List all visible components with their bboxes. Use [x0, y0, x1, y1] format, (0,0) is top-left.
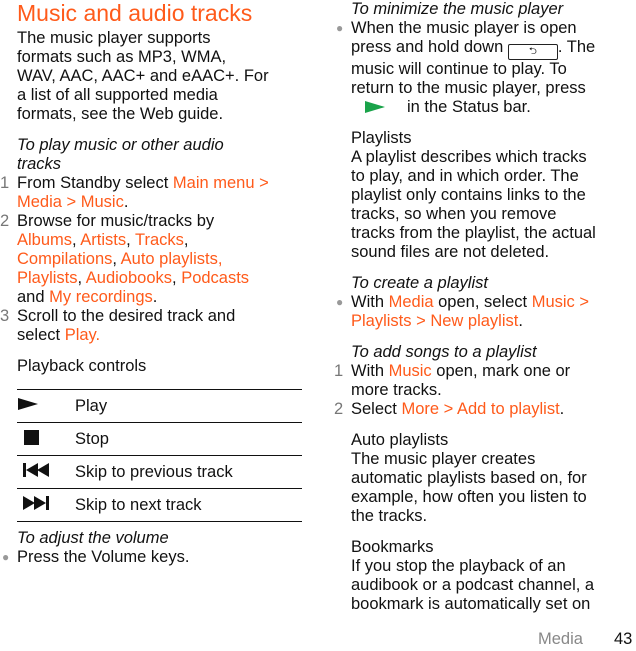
link-artists[interactable]: Artists [80, 231, 126, 249]
step-1: 1 From Standby select Main menu > Media … [0, 174, 269, 211]
menu-path-link[interactable]: Media > Music [17, 193, 124, 211]
table-row: Play [17, 389, 302, 423]
skip-previous-icon [23, 462, 49, 477]
add-step-1: 1 With Music open, mark one or more trac… [334, 362, 571, 399]
playback-controls-table: Play Stop Skip to previous track Skip to… [17, 389, 302, 522]
link-media[interactable]: Media [389, 293, 434, 311]
minimize-item: ● When the music player is open press an… [336, 19, 596, 116]
table-row: Skip to previous track [17, 455, 302, 489]
intro-paragraph: The music player supports formats such a… [17, 29, 269, 123]
bullet-icon: ● [336, 21, 344, 35]
back-key-icon: ⮌ [507, 44, 558, 60]
link-albums[interactable]: Albums [17, 231, 72, 249]
table-row: Stop [17, 422, 302, 456]
page-number: 43 [614, 630, 633, 648]
link-music[interactable]: Music [389, 362, 432, 380]
left-column: Music and audio tracks The music player … [0, 0, 307, 567]
step-3: 3 Scroll to the desired track and select… [0, 307, 236, 344]
link-music[interactable]: Music > [532, 293, 589, 311]
table-row: Skip to next track [17, 488, 302, 522]
add-step-2: 2 Select More > Add to playlist. [334, 400, 565, 418]
bullet-icon: ● [2, 550, 10, 564]
volume-heading: To adjust the volume [17, 529, 169, 547]
minimize-heading: To minimize the music player [351, 0, 564, 18]
link-new-playlist[interactable]: Playlists > New playlist [351, 312, 518, 330]
step-2: 2 Browse for music/tracks by Albums, Art… [0, 212, 250, 306]
bookmarks-paragraph: If you stop the playback of an audibook … [351, 557, 595, 613]
playlists-paragraph: A playlist describes which tracks to pla… [351, 148, 596, 261]
link-audiobooks[interactable]: Audiobooks [86, 269, 172, 287]
link-compilations[interactable]: Compilations [17, 250, 112, 268]
status-bar-play-icon [365, 101, 385, 113]
auto-playlists-paragraph: The music player creates automatic playl… [351, 450, 587, 525]
create-playlist-heading: To create a playlist [351, 274, 488, 292]
section-name: Media [538, 630, 583, 648]
link-playlists[interactable]: Playlists [17, 269, 78, 287]
link-my-recordings[interactable]: My recordings [49, 288, 153, 306]
bookmarks-heading: Bookmarks [351, 538, 434, 556]
page-title: Music and audio tracks [17, 0, 253, 26]
link-add-to-playlist[interactable]: More > Add to playlist [401, 400, 559, 418]
link-tracks[interactable]: Tracks [135, 231, 184, 249]
auto-playlists-heading: Auto playlists [351, 431, 449, 449]
menu-path-link[interactable]: Main menu > [173, 174, 269, 192]
playback-controls-heading: Playback controls [17, 357, 147, 375]
playlists-heading: Playlists [351, 129, 412, 147]
link-podcasts[interactable]: Podcasts [181, 269, 249, 287]
stop-icon [24, 429, 39, 445]
play-icon [18, 397, 38, 410]
link-play[interactable]: Play. [65, 326, 100, 344]
link-auto-playlists[interactable]: Auto playlists [121, 250, 218, 268]
skip-next-icon [23, 495, 49, 510]
volume-item: ● Press the Volume keys. [2, 548, 190, 566]
right-column: To minimize the music player ● When the … [334, 0, 636, 614]
bullet-icon: ● [336, 295, 344, 309]
create-playlist-item: ● With Media open, select Music > Playli… [336, 293, 590, 330]
add-songs-heading: To add songs to a playlist [351, 343, 537, 361]
play-heading: To play music or other audio tracks [17, 136, 224, 173]
